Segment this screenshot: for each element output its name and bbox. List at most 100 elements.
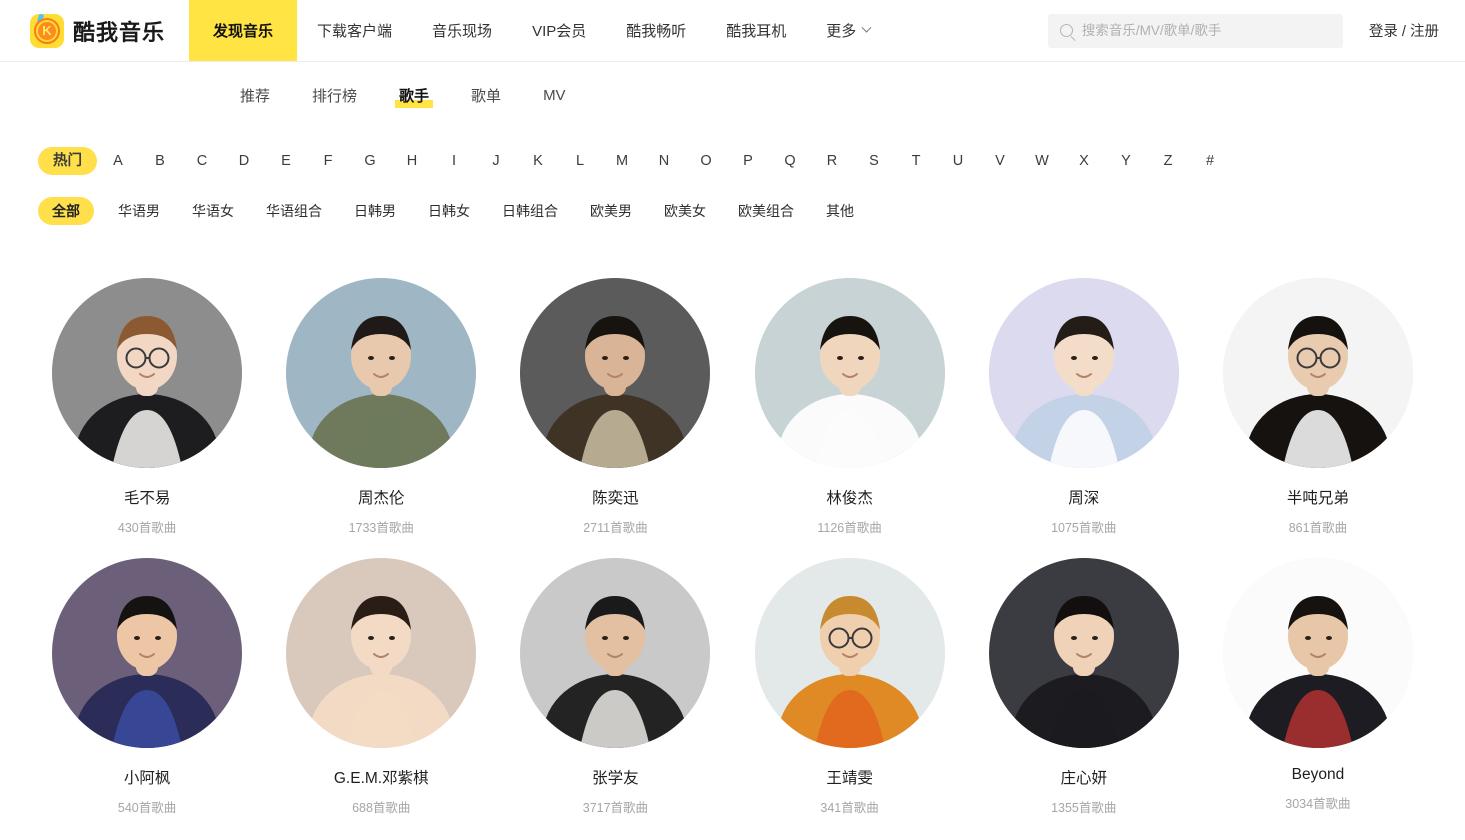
letter-filter-T[interactable]: T — [895, 148, 937, 175]
artist-card[interactable]: 陈奕迅 2711首歌曲 — [498, 278, 732, 536]
letter-filter-E[interactable]: E — [265, 148, 307, 175]
letter-filter-A[interactable]: A — [97, 148, 139, 175]
artist-avatar[interactable] — [520, 278, 711, 468]
search-icon — [1059, 24, 1073, 37]
letter-filter-Q[interactable]: Q — [769, 148, 811, 175]
letter-filter-J[interactable]: J — [475, 148, 517, 175]
artist-photo — [52, 278, 243, 468]
nav-label: 酷我畅听 — [626, 23, 687, 40]
artist-name: 小阿枫 — [123, 770, 171, 787]
letter-filter-N[interactable]: N — [643, 148, 685, 175]
topbar-right-group: 登录 / 注册 — [1047, 0, 1465, 61]
kuwo-logo-icon: K — [30, 12, 64, 48]
search-box[interactable] — [1047, 13, 1343, 48]
artist-song-count: 540首歌曲 — [117, 801, 177, 815]
artist-avatar[interactable] — [1222, 278, 1413, 468]
letter-filter-U[interactable]: U — [937, 148, 979, 175]
letter-filter-B[interactable]: B — [139, 148, 181, 175]
letter-filter-O[interactable]: O — [685, 148, 727, 175]
letter-filter-S[interactable]: S — [853, 148, 895, 175]
category-filter-5[interactable]: 日韩女 — [420, 198, 478, 224]
letter-filter-P[interactable]: P — [727, 148, 769, 175]
tab-mv[interactable]: MV — [541, 86, 568, 105]
letter-filter-K[interactable]: K — [517, 148, 559, 175]
category-filter-10[interactable]: 其他 — [818, 198, 862, 224]
artist-card[interactable]: 周深 1075首歌曲 — [967, 278, 1201, 536]
artist-card[interactable]: 半吨兄弟 861首歌曲 — [1201, 278, 1435, 536]
letter-filter-R[interactable]: R — [811, 148, 853, 175]
category-filter-0[interactable]: 全部 — [38, 197, 94, 225]
artist-photo — [988, 558, 1179, 748]
category-filter-3[interactable]: 华语组合 — [258, 198, 330, 224]
nav-label: 音乐现场 — [432, 23, 493, 40]
nav-label: 发现音乐 — [213, 23, 274, 40]
letter-filter-X[interactable]: X — [1063, 148, 1105, 175]
category-filter-8[interactable]: 欧美女 — [656, 198, 714, 224]
category-filter-1[interactable]: 华语男 — [110, 198, 168, 224]
nav-item-vip[interactable]: VIP会员 — [512, 0, 606, 61]
letter-filter-Z[interactable]: Z — [1147, 148, 1189, 175]
artist-avatar[interactable] — [754, 278, 945, 468]
nav-item-live-music[interactable]: 音乐现场 — [412, 0, 512, 61]
filter-panel: 热门 A B C D E F G H I J K L M N O P Q R S T U V W X Y Z # 全部 华语男 华语女 华语… — [0, 140, 1465, 232]
letter-filter-hash[interactable]: # — [1189, 148, 1231, 175]
nav-item-more[interactable]: 更多 — [806, 0, 890, 61]
artist-avatar[interactable] — [520, 558, 711, 748]
brand-name: 酷我音乐 — [73, 19, 166, 45]
artist-avatar[interactable] — [286, 558, 477, 748]
category-filter-2[interactable]: 华语女 — [184, 198, 242, 224]
letter-filter-F[interactable]: F — [307, 148, 349, 175]
artist-song-count: 1075首歌曲 — [1051, 521, 1117, 535]
artist-avatar[interactable] — [1222, 558, 1413, 748]
artist-avatar[interactable] — [988, 278, 1179, 468]
tab-artists[interactable]: 歌手 — [395, 84, 434, 108]
artist-song-count: 2711首歌曲 — [583, 521, 648, 535]
letter-filter-H[interactable]: H — [391, 148, 433, 175]
artist-song-count: 341首歌曲 — [820, 801, 879, 815]
letter-filter-L[interactable]: L — [559, 148, 601, 175]
nav-item-kuwo-headphones[interactable]: 酷我耳机 — [706, 0, 806, 61]
nav-item-kuwo-changting[interactable]: 酷我畅听 — [606, 0, 706, 61]
tab-rankings[interactable]: 排行榜 — [310, 84, 359, 107]
artist-avatar[interactable] — [286, 278, 477, 468]
artist-card[interactable]: 毛不易 430首歌曲 — [30, 278, 264, 536]
artist-name: 陈奕迅 — [592, 490, 639, 507]
artist-card[interactable]: 小阿枫 540首歌曲 — [30, 558, 264, 816]
tab-playlists[interactable]: 歌单 — [469, 84, 503, 107]
primary-nav: 发现音乐 下载客户端 音乐现场 VIP会员 酷我畅听 酷我耳机 更多 — [189, 0, 890, 61]
search-input[interactable] — [1081, 23, 1331, 38]
letter-filter-M[interactable]: M — [601, 148, 643, 175]
letter-filter-I[interactable]: I — [433, 148, 475, 175]
artist-avatar[interactable] — [988, 558, 1179, 748]
artist-card[interactable]: 庄心妍 1355首歌曲 — [967, 558, 1201, 816]
letter-filter-G[interactable]: G — [349, 148, 391, 175]
tab-recommend[interactable]: 推荐 — [238, 84, 272, 107]
letter-filter-热门[interactable]: 热门 — [38, 146, 97, 176]
artist-avatar[interactable] — [754, 558, 945, 748]
artist-photo — [520, 278, 711, 468]
nav-item-discover-music[interactable]: 发现音乐 — [189, 0, 298, 61]
letter-filter-C[interactable]: C — [181, 148, 223, 175]
chevron-down-icon — [861, 22, 872, 33]
top-navigation-bar: K 酷我音乐 发现音乐 下载客户端 音乐现场 VIP会员 酷我畅听 酷我耳机 更… — [0, 0, 1465, 62]
letter-filter-W[interactable]: W — [1021, 148, 1063, 175]
artist-card[interactable]: G.E.M.邓紫棋 688首歌曲 — [264, 558, 498, 816]
nav-item-download-client[interactable]: 下载客户端 — [297, 0, 412, 61]
letter-filter-Y[interactable]: Y — [1105, 148, 1147, 175]
category-filter-4[interactable]: 日韩男 — [346, 198, 404, 224]
category-filter-7[interactable]: 欧美男 — [582, 198, 640, 224]
brand-logo-link[interactable]: K 酷我音乐 — [0, 0, 189, 61]
artist-avatar[interactable] — [52, 558, 243, 748]
artist-card[interactable]: 林俊杰 1126首歌曲 — [733, 278, 967, 536]
artist-card[interactable]: 王靖雯 341首歌曲 — [733, 558, 967, 816]
category-filter-9[interactable]: 欧美组合 — [730, 198, 802, 224]
artist-card[interactable]: 周杰伦 1733首歌曲 — [264, 278, 498, 536]
artist-card[interactable]: 张学友 3717首歌曲 — [498, 558, 732, 816]
artist-avatar[interactable] — [52, 278, 243, 468]
login-register-link[interactable]: 登录 / 注册 — [1369, 20, 1439, 41]
artist-name: 毛不易 — [123, 490, 171, 507]
artist-card[interactable]: Beyond 3034首歌曲 — [1201, 558, 1435, 816]
letter-filter-V[interactable]: V — [979, 148, 1021, 175]
letter-filter-D[interactable]: D — [223, 148, 265, 175]
category-filter-6[interactable]: 日韩组合 — [494, 198, 566, 224]
